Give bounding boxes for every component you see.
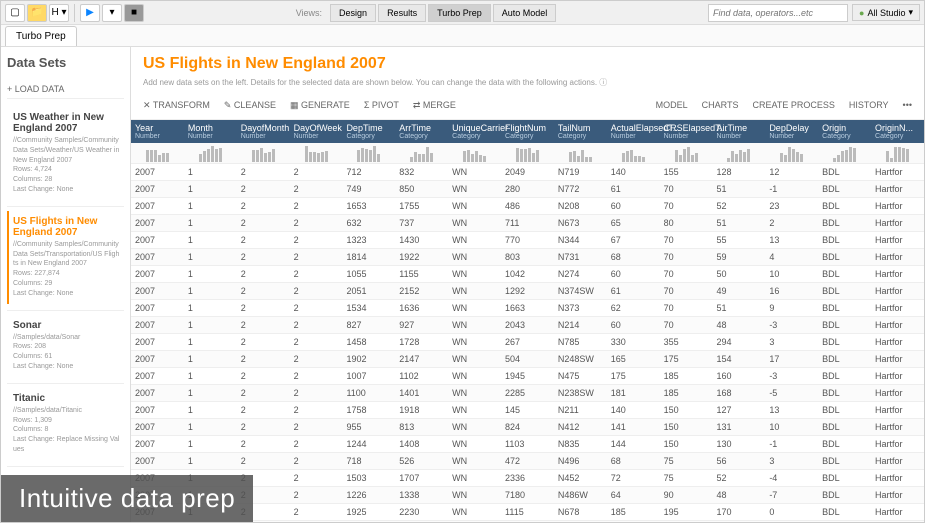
dataset-item[interactable]: US Weather in New England 2007//Communit… [7,107,124,200]
col-header[interactable]: TailNumCategory [554,120,607,143]
table-row[interactable]: 200712213231430WN770N34467705513BDLHartf… [131,231,924,248]
table-row[interactable]: 2007122827927WN2043N214607048-3BDLHartfo… [131,316,924,333]
col-header[interactable]: OriginN...Category [871,120,924,143]
col-header[interactable]: DayofMonthNumber [237,120,290,143]
table-row[interactable]: 200712219022147WN504N248SW16517515417BDL… [131,350,924,367]
table-row[interactable]: 2007122955813WN824N41214115013110BDLHart… [131,418,924,435]
col-header[interactable]: OriginCategory [818,120,871,143]
table-row[interactable]: 2007122712832WN2049N71914015512812BDLHar… [131,163,924,180]
views-label: Views: [296,8,322,18]
table-row[interactable]: 200712211001401WN2285N238SW181185168-5BD… [131,384,924,401]
col-header[interactable]: DayOfWeekNumber [290,120,343,143]
dataset-item[interactable]: Titanic//Samples/data/TitanicRows: 1,309… [7,388,124,460]
col-header[interactable]: YearNumber [131,120,184,143]
action-pivot[interactable]: Σ PIVOT [364,100,399,111]
col-header[interactable]: DepTimeCategory [342,120,395,143]
play-icon[interactable]: ▶ [80,4,100,22]
tab-turbo-prep[interactable]: Turbo Prep [5,26,77,46]
col-header[interactable]: AirTimeNumber [712,120,765,143]
col-header[interactable]: ArrTimeCategory [395,120,448,143]
action-createprocess[interactable]: CREATE PROCESS [753,100,835,111]
action-cleanse[interactable]: ✎ CLEANSE [224,100,276,111]
table-row[interactable]: 200712210071102WN1945N475175185160-3BDLH… [131,367,924,384]
table-row[interactable]: 200712220512152WN1292N374SW61704916BDLHa… [131,282,924,299]
new-icon[interactable]: ▢ [5,4,25,22]
caption-overlay: Intuitive data prep [1,475,253,522]
col-header[interactable]: DepDelayNumber [765,120,818,143]
action-model[interactable]: MODEL [656,100,688,111]
view-results[interactable]: Results [378,4,426,22]
table-row[interactable]: 2007122632737WN711N6736580512BDLHartfor [131,214,924,231]
action-[interactable]: ••• [903,100,912,111]
page-title: US Flights in New England 2007 [143,55,912,73]
action-charts[interactable]: CHARTS [702,100,739,111]
table-row[interactable]: 200712218141922WN803N7316870594BDLHartfo… [131,248,924,265]
table-row[interactable]: 200712216531755WN486N20860705223BDLHartf… [131,197,924,214]
open-icon[interactable]: 📁 [27,4,47,22]
table-row[interactable]: 200712212441408WN1103N835144150130-1BDLH… [131,435,924,452]
play-dropdown-icon[interactable]: ▾ [102,4,122,22]
dataset-item[interactable]: Sonar//Samples/data/SonarRows: 208Column… [7,315,124,377]
action-merge[interactable]: ⇄ MERGE [413,100,456,111]
table-row[interactable]: 200712210551155WN1042N27460705010BDLHart… [131,265,924,282]
table-row[interactable]: 200712215341636WN1663N3736270519BDLHartf… [131,299,924,316]
col-header[interactable]: UniqueCarrierCategory [448,120,501,143]
view-turbo-prep[interactable]: Turbo Prep [428,4,491,22]
dataset-item[interactable]: US Flights in New England 2007//Communit… [7,211,124,304]
table-row[interactable]: 200712214581728WN267N7853303552943BDLHar… [131,333,924,350]
datasets-heading: Data Sets [7,55,124,70]
col-header[interactable]: CRSElapsedT...Number [660,120,713,143]
col-header[interactable]: FlightNumCategory [501,120,554,143]
load-data-button[interactable]: + LOAD DATA [7,80,124,99]
col-header[interactable]: ActualElapsedT...Number [607,120,660,143]
page-subtitle: Add new data sets on the left. Details f… [143,77,912,88]
stop-icon[interactable]: ■ [124,4,144,22]
view-design[interactable]: Design [330,4,376,22]
view-auto-model[interactable]: Auto Model [493,4,557,22]
action-generate[interactable]: ▦ GENERATE [290,100,350,111]
studio-dropdown[interactable]: ●All Studio ▾ [852,4,920,21]
search-input[interactable] [708,4,848,22]
action-history[interactable]: HISTORY [849,100,889,111]
table-row[interactable]: 2007122749850WN280N772617051-1BDLHartfor [131,180,924,197]
save-icon[interactable]: H ▾ [49,4,69,22]
col-header[interactable]: MonthNumber [184,120,237,143]
table-row[interactable]: 2007122718526WN472N4966875563BDLHartfor [131,452,924,469]
action-transform[interactable]: ✕ TRANSFORM [143,100,210,111]
table-row[interactable]: 200712217581918WN145N21114015012713BDLHa… [131,401,924,418]
